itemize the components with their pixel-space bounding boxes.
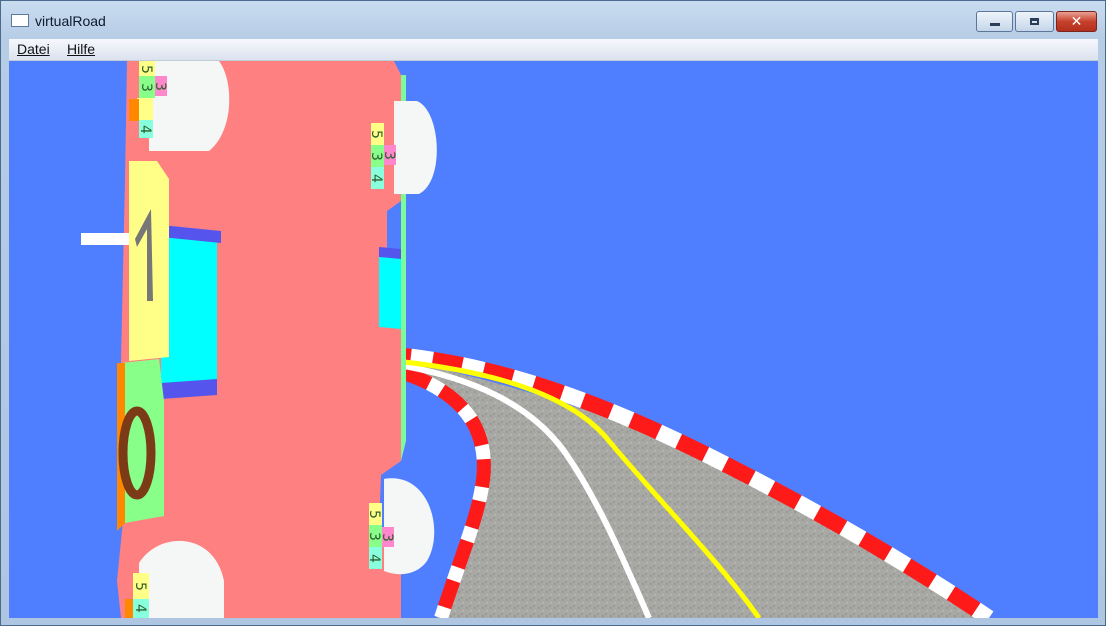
title-bar[interactable]: virtualRoad ✕ <box>1 1 1105 37</box>
menu-hilfe[interactable]: Hilfe <box>67 41 95 57</box>
side-mirror <box>81 233 133 245</box>
wheel-front-left <box>149 61 230 151</box>
maximize-icon <box>1030 18 1039 25</box>
scene-canvas: 5 3 4 3 5 3 4 3 5 3 4 3 5 4 <box>9 61 1098 618</box>
label-fl-1: 3 <box>138 83 154 92</box>
label-rr-2: 4 <box>366 554 382 563</box>
label-fr-0: 5 <box>368 130 384 139</box>
minimize-icon <box>989 23 1000 26</box>
close-icon: ✕ <box>1070 13 1083 30</box>
label-rl-1: 4 <box>132 604 148 613</box>
label-fl-3: 3 <box>152 82 168 91</box>
close-button[interactable]: ✕ <box>1056 11 1097 32</box>
label-rr-0: 5 <box>366 510 382 519</box>
window-title: virtualRoad <box>35 13 106 29</box>
maximize-button[interactable] <box>1015 11 1054 32</box>
label-fr-2: 4 <box>368 174 384 183</box>
3d-viewport[interactable]: 5 3 4 3 5 3 4 3 5 3 4 3 5 4 <box>9 61 1098 618</box>
label-rl-0: 5 <box>132 582 148 591</box>
app-window: virtualRoad ✕ Datei Hilfe 5 3 4 3 5 3 4 … <box>0 0 1106 626</box>
menu-bar: Datei Hilfe <box>9 39 1098 61</box>
label-fl-2: 4 <box>137 125 153 134</box>
app-window-icon <box>11 14 29 27</box>
cockpit-panel-right-edge <box>379 247 401 259</box>
cockpit-panel-right <box>379 251 401 329</box>
minimize-button[interactable] <box>976 11 1013 32</box>
label-rr-3: 3 <box>379 533 395 542</box>
cockpit-panel-upper <box>161 229 217 387</box>
label-fr-3: 3 <box>381 151 397 160</box>
menu-datei[interactable]: Datei <box>17 41 50 57</box>
label-fl-0: 5 <box>138 65 154 74</box>
